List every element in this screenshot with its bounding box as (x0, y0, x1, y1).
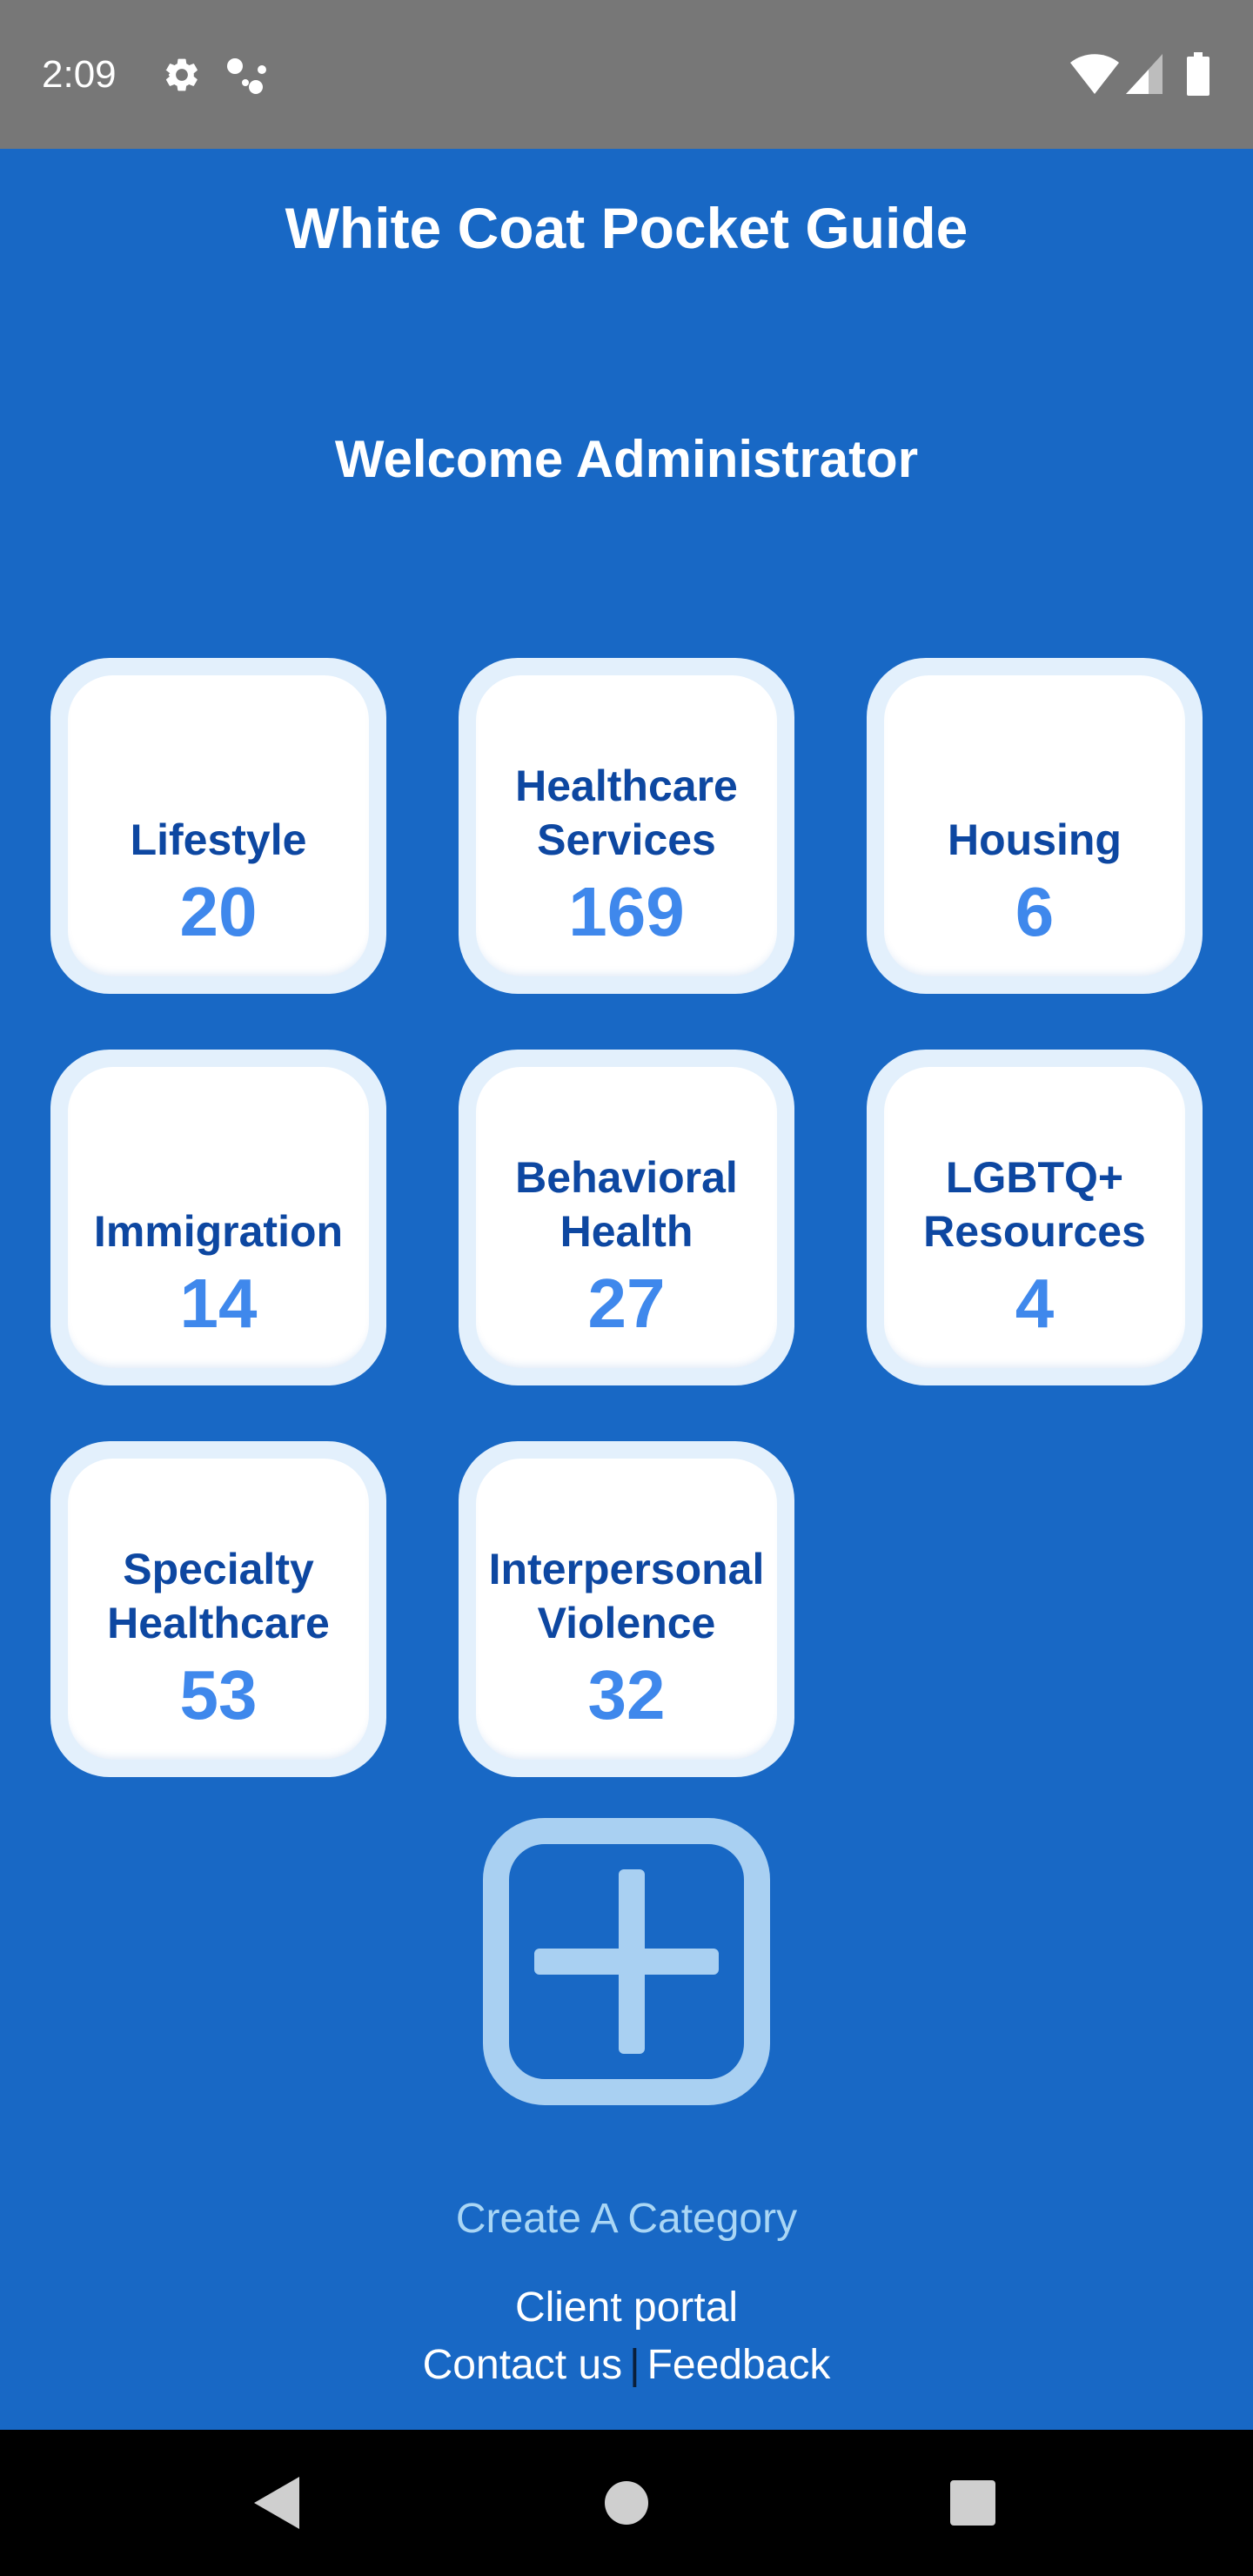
cell-signal-icon (1126, 54, 1163, 94)
category-count: 32 (587, 1656, 666, 1734)
category-label: Behavioral Health (515, 1153, 738, 1256)
category-tile-lgbtq-resources[interactable]: LGBTQ+ Resources 4 (867, 1050, 1203, 1385)
app-screen: 2:09 White Coat Pocket Guide Welcome Adm… (0, 0, 1253, 2576)
category-label: Immigration (93, 1207, 344, 1256)
welcome-heading: Welcome Administrator (334, 430, 919, 488)
status-time: 2:09 (42, 53, 117, 96)
footer-separator: | (629, 2342, 640, 2388)
tile-card: Immigration 14 (68, 1067, 369, 1368)
category-count: 53 (179, 1656, 258, 1734)
client-portal-link[interactable]: Client portal (515, 2284, 738, 2331)
category-tile-housing[interactable]: Housing 6 (867, 658, 1203, 994)
category-label: Lifestyle (130, 815, 307, 864)
battery-icon (1187, 52, 1209, 96)
category-tile-immigration[interactable]: Immigration 14 (50, 1050, 386, 1385)
gear-icon (165, 58, 198, 91)
feedback-link[interactable]: Feedback (647, 2342, 831, 2388)
category-grid: Lifestyle 20 Healthcare Services 169 Hou… (50, 658, 1203, 1777)
tile-card: Housing 6 (884, 675, 1185, 976)
tile-card: Specialty Healthcare 53 (68, 1459, 369, 1760)
status-bar: 2:09 (0, 0, 1253, 149)
client-portal-row: Client portal (0, 2280, 1253, 2336)
category-label: Interpersonal Violence (488, 1545, 765, 1647)
tile-card: Interpersonal Violence 32 (476, 1459, 777, 1760)
category-label: Healthcare Services (515, 761, 738, 864)
category-label: Housing (948, 815, 1122, 864)
category-tile-specialty-healthcare[interactable]: Specialty Healthcare 53 (50, 1441, 386, 1777)
app-title: White Coat Pocket Guide (285, 196, 968, 260)
category-tile-behavioral-health[interactable]: Behavioral Health 27 (459, 1050, 794, 1385)
tile-card: Behavioral Health 27 (476, 1067, 777, 1368)
category-tile-interpersonal-violence[interactable]: Interpersonal Violence 32 (459, 1441, 794, 1777)
back-icon[interactable] (254, 2477, 299, 2529)
plus-square-icon[interactable] (482, 1817, 771, 2106)
contact-us-link[interactable]: Contact us (423, 2342, 622, 2388)
tile-card: LGBTQ+ Resources 4 (884, 1067, 1185, 1368)
create-category-link[interactable]: Create A Category (0, 2191, 1253, 2247)
category-label: LGBTQ+ Resources (923, 1153, 1146, 1256)
recents-icon[interactable] (950, 2480, 995, 2526)
category-count: 6 (1015, 873, 1055, 950)
category-tile-lifestyle[interactable]: Lifestyle 20 (50, 658, 386, 994)
assistant-dots-icon (227, 58, 266, 94)
category-tile-healthcare-services[interactable]: Healthcare Services 169 (459, 658, 794, 994)
category-count: 27 (587, 1265, 666, 1342)
category-count: 4 (1015, 1265, 1055, 1342)
tile-card: Healthcare Services 169 (476, 675, 777, 976)
category-count: 169 (568, 873, 685, 950)
home-icon[interactable] (604, 2480, 649, 2526)
category-count: 14 (179, 1265, 258, 1342)
navigation-bar (0, 2430, 1253, 2576)
category-count: 20 (179, 873, 258, 950)
footer-links: Contact us | Feedback (0, 2338, 1253, 2393)
wifi-icon (1070, 54, 1119, 94)
category-label: Specialty Healthcare (107, 1545, 330, 1647)
tile-card: Lifestyle 20 (68, 675, 369, 976)
